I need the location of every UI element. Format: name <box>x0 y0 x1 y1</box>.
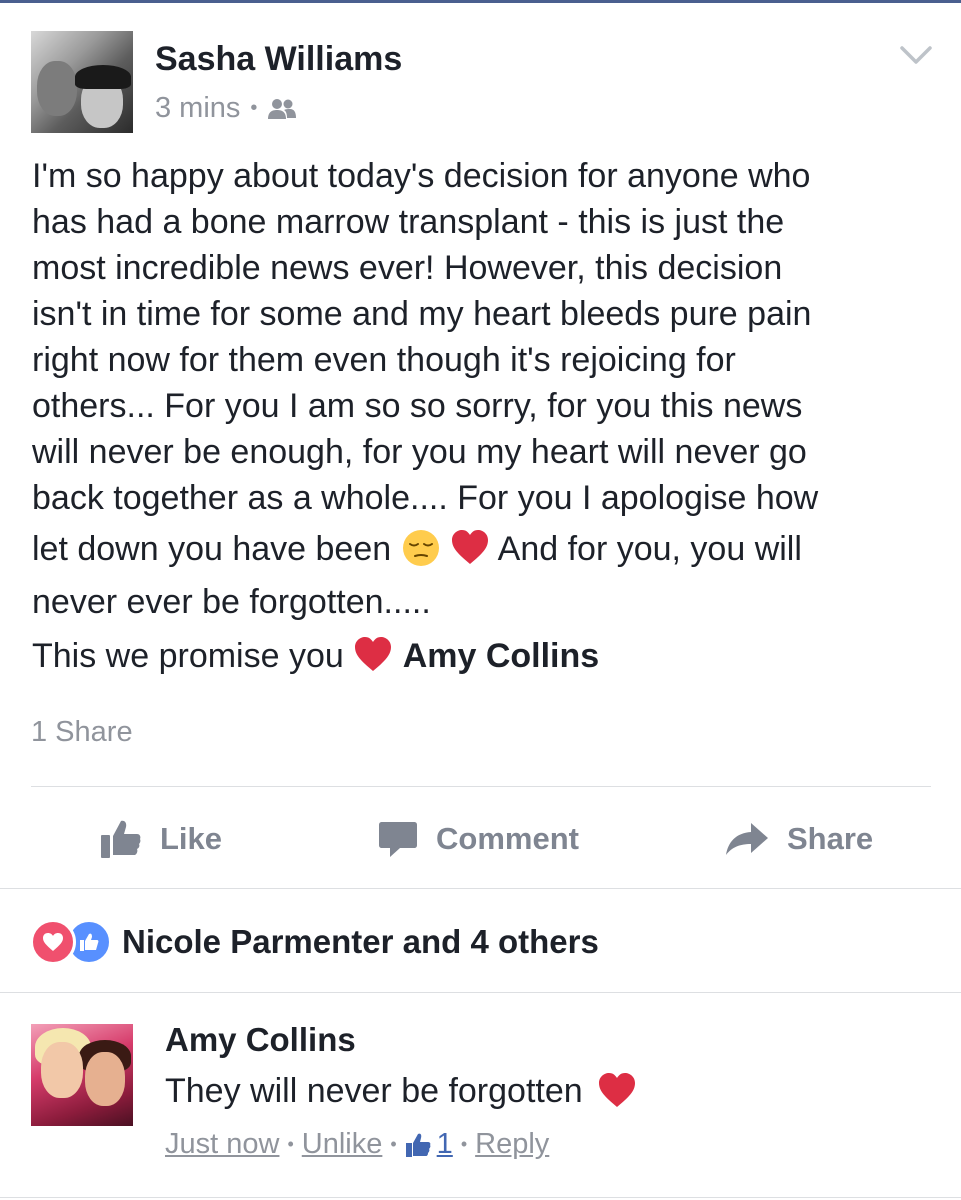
post-line: I'm so happy about today's decision for … <box>32 157 811 195</box>
share-arrow-icon <box>726 823 768 855</box>
reactions-text: Nicole Parmenter and 4 others <box>122 923 599 960</box>
heart-icon <box>355 637 392 671</box>
love-reaction-icon <box>30 919 76 965</box>
comment-like-count[interactable]: 1 <box>437 1128 453 1161</box>
post-text: I'm so happy about today's decision for … <box>32 153 932 685</box>
post-line-text: let down you have been <box>32 530 392 568</box>
comment-label: Comment <box>436 821 579 856</box>
post-author-avatar[interactable] <box>31 31 133 133</box>
post-line: isn't in time for some and my heart blee… <box>32 295 812 333</box>
post-line: right now for them even though it's rejo… <box>32 341 736 379</box>
share-count[interactable]: 1 Share <box>31 716 133 749</box>
thumbs-up-icon <box>405 1133 431 1157</box>
post-line: let down you have been And for you, you … <box>32 521 932 577</box>
divider <box>31 786 931 787</box>
divider <box>0 888 961 889</box>
post-line-text: This we promise you <box>32 637 344 675</box>
like-button[interactable]: Like <box>100 812 222 866</box>
meta-separator: • <box>390 1134 397 1154</box>
comment-timestamp[interactable]: Just now <box>165 1128 279 1161</box>
thumbs-up-icon <box>101 820 141 858</box>
reactions-summary[interactable]: Nicole Parmenter and 4 others <box>30 918 599 966</box>
post-line: This we promise you Amy Collins <box>32 627 932 685</box>
like-label: Like <box>160 821 223 856</box>
meta-separator: • <box>460 1134 468 1154</box>
comment-author-name[interactable]: Amy Collins <box>165 1021 356 1059</box>
post-line: most incredible news ever! However, this… <box>32 249 783 287</box>
heart-icon <box>598 1073 635 1107</box>
post-line: others... For you I am so so sorry, for … <box>32 387 803 425</box>
share-button[interactable]: Share <box>725 812 873 866</box>
post-line: will never be enough, for you my heart w… <box>32 433 807 471</box>
comment-text-content: They will never be forgotten <box>165 1071 583 1110</box>
heart-icon <box>452 530 489 564</box>
post-line: has had a bone marrow transplant - this … <box>32 203 785 241</box>
post-meta: 3 mins • <box>155 92 297 125</box>
share-label: Share <box>787 821 874 856</box>
meta-separator: • <box>250 97 258 119</box>
mention-link[interactable]: Amy Collins <box>403 637 599 675</box>
pensive-face-icon <box>402 530 439 566</box>
comment-meta: Just now • Unlike • 1 • Reply <box>165 1128 549 1161</box>
top-border <box>0 0 961 3</box>
post-author-name[interactable]: Sasha Williams <box>155 40 402 79</box>
comment-author-avatar[interactable] <box>31 1024 133 1126</box>
divider <box>0 992 961 993</box>
friends-icon <box>268 98 297 119</box>
comment-text: They will never be forgotten <box>165 1071 637 1111</box>
reply-link[interactable]: Reply <box>475 1128 549 1161</box>
chevron-down-icon[interactable] <box>899 44 933 66</box>
comment-button[interactable]: Comment <box>378 812 579 866</box>
comment-bubble-icon <box>379 822 417 857</box>
post-line: back together as a whole.... For you I a… <box>32 479 819 517</box>
post-line-text: And for you, you will <box>497 530 802 568</box>
post-line: never ever be forgotten..... <box>32 583 431 621</box>
divider <box>0 1197 961 1198</box>
unlike-link[interactable]: Unlike <box>302 1128 383 1161</box>
post-timestamp[interactable]: 3 mins <box>155 92 240 125</box>
meta-separator: • <box>287 1134 294 1154</box>
